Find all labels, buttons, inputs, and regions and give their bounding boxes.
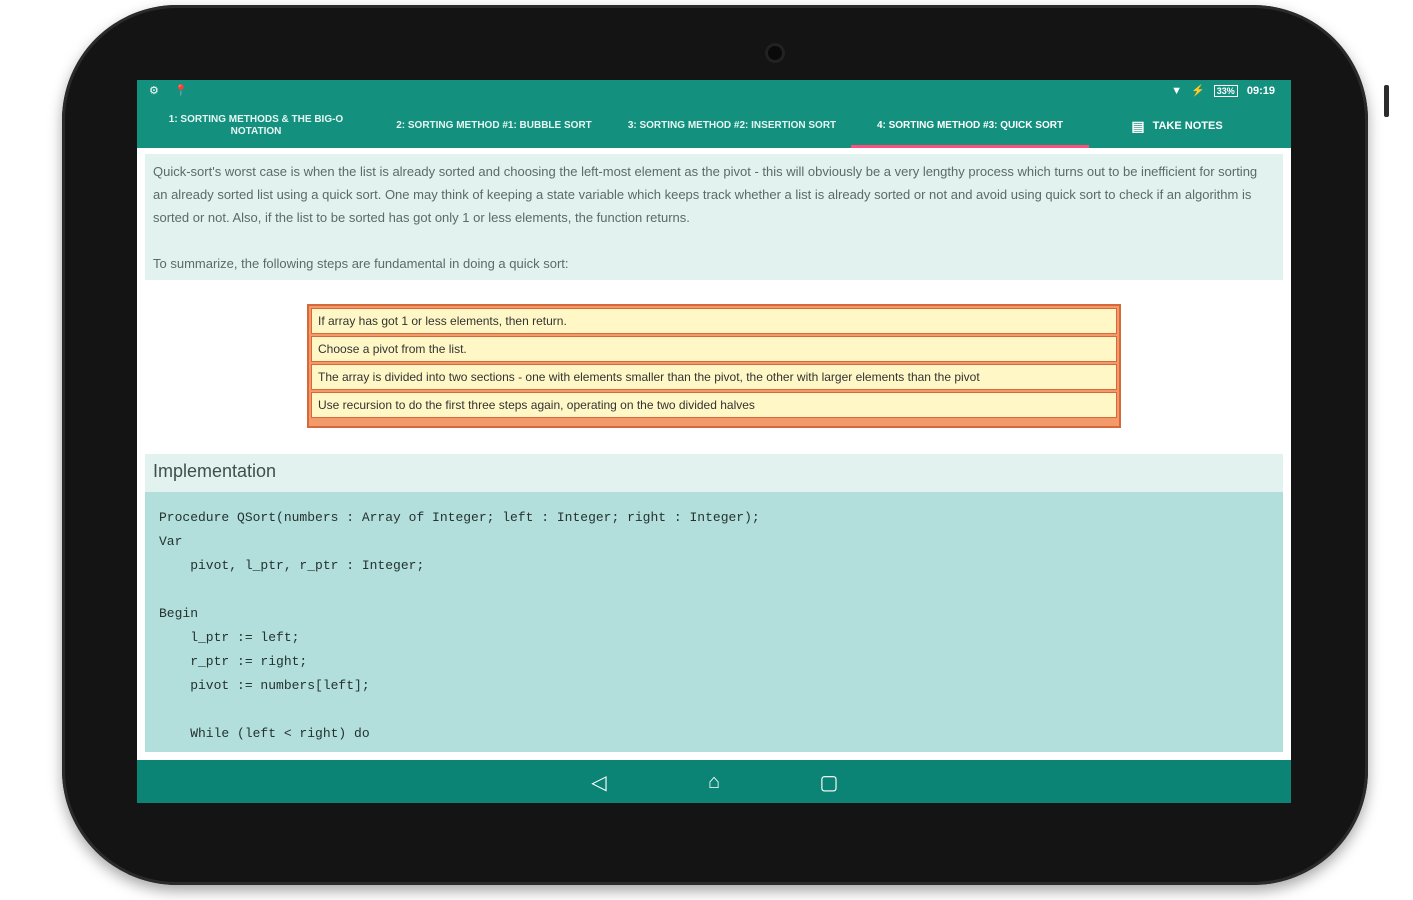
status-bar: ⚙ 📍 ▼ ⚡ 33% 09:19 (137, 80, 1291, 104)
charging-icon: ⚡ (1191, 85, 1205, 97)
code-line: Procedure QSort(numbers : Array of Integ… (159, 510, 760, 525)
code-line: Var (159, 534, 183, 549)
code-line: pivot := numbers[left]; (159, 678, 370, 693)
step-row: The array is divided into two sections -… (311, 364, 1117, 390)
step-row: Use recursion to do the first three step… (311, 392, 1117, 418)
tab-bar: 1: Sorting Methods & The Big-O Notation … (137, 104, 1291, 148)
active-tab-indicator (851, 145, 1089, 148)
tab-bubble-sort[interactable]: 2: Sorting Method #1: Bubble Sort (375, 104, 613, 148)
steps-table: If array has got 1 or less elements, the… (307, 304, 1121, 428)
navigation-bar: ◁ ⌂ ▢ (137, 760, 1291, 803)
settings-icon: ⚙ (149, 85, 159, 97)
battery-indicator: 33% (1213, 85, 1238, 97)
summary-paragraph: To summarize, the following steps are fu… (153, 256, 569, 271)
location-pin-icon: 📍 (173, 85, 188, 97)
implementation-heading: Implementation (145, 454, 1283, 492)
notes-icon: ▤ (1131, 117, 1145, 134)
tab-insertion-sort[interactable]: 3: Sorting Method #2: Insertion Sort (613, 104, 851, 148)
clock: 09:19 (1246, 85, 1275, 97)
step-row: If array has got 1 or less elements, the… (311, 308, 1117, 334)
step-row: Choose a pivot from the list. (311, 336, 1117, 362)
code-line: While (left < right) do (159, 726, 370, 741)
back-triangle-icon[interactable]: ◁ (584, 768, 614, 796)
intro-paragraph: Quick-sort's worst case is when the list… (153, 164, 1258, 225)
screen: ⚙ 📍 ▼ ⚡ 33% 09:19 1: Sorting Methods & T… (137, 80, 1291, 803)
recent-apps-icon[interactable]: ▢ (814, 768, 844, 796)
home-icon[interactable]: ⌂ (699, 768, 729, 796)
tab-sorting-methods-big-o[interactable]: 1: Sorting Methods & The Big-O Notation (137, 104, 375, 148)
code-line: l_ptr := left; (159, 630, 300, 645)
take-notes-button[interactable]: ▤ TAKE NOTES (1107, 104, 1247, 148)
camera (765, 43, 785, 63)
tab-quick-sort[interactable]: 4: Sorting Method #3: Quick Sort (851, 104, 1089, 148)
code-line: pivot, l_ptr, r_ptr : Integer; (159, 558, 425, 573)
code-line: r_ptr := right; (159, 654, 308, 669)
wifi-icon: ▼ (1171, 85, 1182, 97)
take-notes-label: TAKE NOTES (1152, 120, 1223, 132)
code-line: Begin (159, 606, 199, 621)
side-button (1384, 85, 1389, 117)
intro-text-box: Quick-sort's worst case is when the list… (145, 154, 1283, 280)
code-block: Procedure QSort(numbers : Array of Integ… (145, 492, 1283, 752)
